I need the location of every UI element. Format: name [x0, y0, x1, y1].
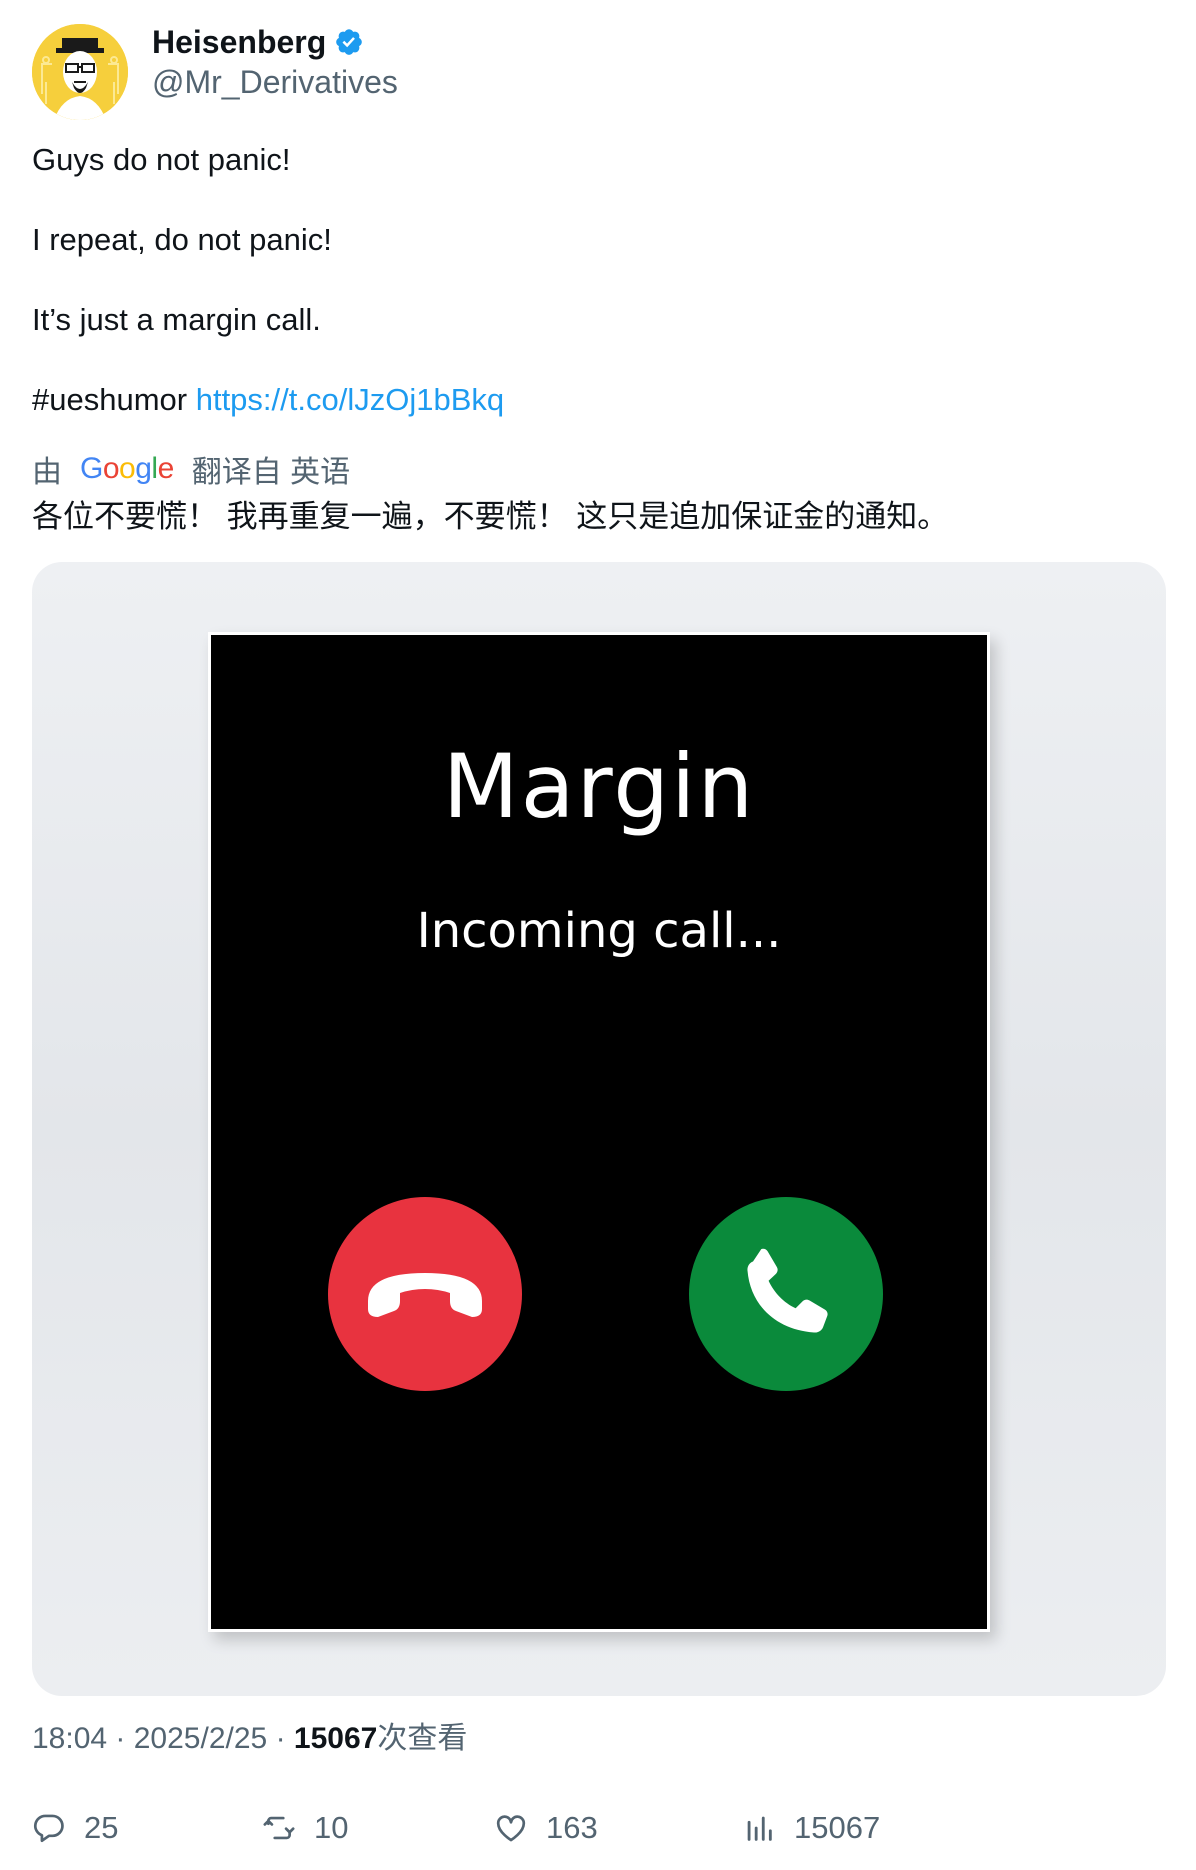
view-count: 15067: [293, 1722, 378, 1755]
separator: ·: [275, 1722, 294, 1755]
reply-icon: [33, 1814, 64, 1843]
tweet-line: Guys do not panic!: [32, 142, 291, 177]
accept-call-icon: [689, 1197, 883, 1391]
author-info: Heisenberg @Mr_Derivatives: [152, 22, 398, 101]
hashtag[interactable]: #ueshumor: [32, 382, 187, 417]
translated-text: 各位不要慌！ 我再重复一遍，不要慌！ 这只是追加保证金的通知。: [32, 499, 949, 534]
views-button[interactable]: 15067: [742, 1806, 880, 1850]
tweet-time[interactable]: 18:04: [32, 1722, 107, 1755]
retweet-count: 10: [314, 1810, 349, 1845]
author-handle[interactable]: @Mr_Derivatives: [152, 64, 398, 101]
views-label: 次查看: [377, 1722, 468, 1755]
poster-title: Margin: [442, 735, 756, 838]
tweet-line: It’s just a margin call.: [32, 302, 321, 337]
poster-subtitle: Incoming call...: [416, 903, 782, 959]
verified-badge-icon[interactable]: [334, 27, 364, 57]
tweet-media-image[interactable]: Margin Incoming call...: [32, 562, 1166, 1696]
tweet: Heisenberg @Mr_Derivatives Guys do not p…: [0, 0, 1196, 1870]
views-count: 15067: [794, 1810, 881, 1845]
heisenberg-avatar-icon: [32, 24, 128, 120]
avatar[interactable]: [32, 24, 128, 120]
phone-icon: [747, 1248, 828, 1333]
translation-attribution: 由 Google 翻译自 英语: [32, 448, 350, 490]
tweet-text: Guys do not panic! I repeat, do not pani…: [32, 140, 1162, 420]
like-button[interactable]: 163: [494, 1806, 598, 1850]
tweet-date[interactable]: 2025/2/25: [134, 1722, 267, 1755]
tweet-meta: 18:04 · 2025/2/25 · 15067次查看: [32, 1718, 467, 1760]
bar-chart-icon: [747, 1816, 772, 1841]
tweet-link[interactable]: https://t.co/lJzOj1bBkq: [196, 382, 504, 417]
retweet-icon: [263, 1816, 295, 1840]
reply-count: 25: [84, 1810, 119, 1845]
retweet-button[interactable]: 10: [262, 1806, 348, 1850]
name-row: Heisenberg: [152, 22, 398, 62]
hang-up-phone-icon: [368, 1273, 482, 1317]
translation-prefix: 由: [32, 456, 62, 489]
action-bar: 25 10 163 15067: [32, 1806, 1132, 1850]
like-count: 163: [546, 1810, 598, 1845]
reply-button[interactable]: 25: [32, 1806, 118, 1850]
translation-suffix[interactable]: 翻译自 英语: [192, 447, 350, 491]
tweet-line: I repeat, do not panic!: [32, 222, 332, 257]
margin-call-poster: Margin Incoming call...: [208, 632, 990, 1632]
google-logo-icon: Google: [80, 452, 174, 485]
author-name[interactable]: Heisenberg: [152, 24, 326, 61]
decline-call-icon: [328, 1197, 522, 1391]
heart-icon: [496, 1815, 526, 1842]
tweet-tags-line: #ueshumor https://t.co/lJzOj1bBkq: [32, 380, 1162, 420]
separator: ·: [115, 1722, 134, 1755]
